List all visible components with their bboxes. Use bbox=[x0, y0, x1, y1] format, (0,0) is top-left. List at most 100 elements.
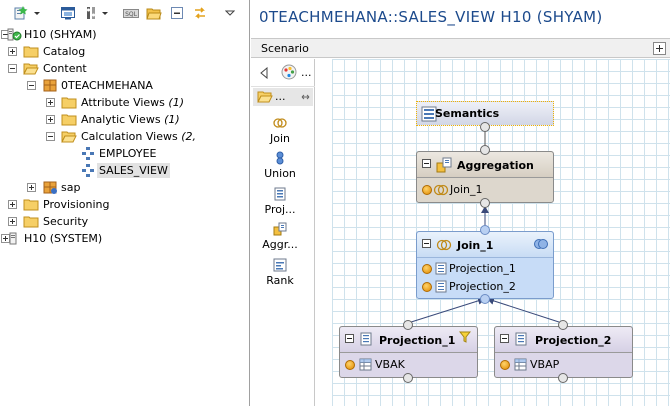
collapse-toggle[interactable] bbox=[46, 132, 55, 141]
view-menu-icon[interactable] bbox=[225, 5, 235, 21]
join-icon bbox=[273, 118, 287, 128]
collapse-toggle[interactable] bbox=[27, 81, 36, 90]
expand-toggle[interactable] bbox=[46, 115, 55, 124]
collapse-palette-icon[interactable] bbox=[259, 67, 269, 79]
maximize-icon[interactable] bbox=[653, 42, 666, 55]
tree-item-label: 0TEACHMEHANA bbox=[61, 79, 153, 92]
tree-item-provisioning[interactable]: Provisioning bbox=[0, 196, 250, 213]
palette-item-join[interactable]: Join bbox=[251, 116, 309, 145]
aggregation-icon bbox=[273, 222, 287, 236]
input-port[interactable] bbox=[558, 373, 568, 383]
input-label: Projection_2 bbox=[449, 280, 516, 293]
palette-top: ... bbox=[251, 59, 315, 87]
tree-item-label: Content bbox=[43, 62, 87, 75]
projection-icon bbox=[435, 262, 447, 275]
palette-item-aggregation[interactable]: Aggr... bbox=[251, 222, 309, 251]
collapse-all-icon[interactable] bbox=[169, 5, 185, 21]
output-port[interactable] bbox=[480, 198, 490, 208]
tree-item-security[interactable]: Security bbox=[0, 213, 250, 230]
palette-more[interactable]: ... bbox=[301, 66, 312, 79]
tree-item-h10-system[interactable]: H10 (SYSTEM) bbox=[0, 230, 250, 247]
tree-item-content[interactable]: Content bbox=[0, 60, 250, 77]
link-with-editor-icon[interactable] bbox=[192, 5, 208, 21]
calculation-view-editor: 0TEACHMEHANA::SALES_VIEW H10 (SHYAM) Sce… bbox=[251, 0, 670, 406]
tree-item-employee[interactable]: EMPLOYEE bbox=[0, 145, 250, 162]
tree-item-attribute-views[interactable]: Attribute Views (1) bbox=[0, 94, 250, 111]
tree-item-label: Calculation Views (2, bbox=[81, 130, 196, 143]
pin-icon[interactable] bbox=[301, 93, 310, 101]
tree-item-label: Security bbox=[43, 215, 89, 228]
palette-item-label: Aggr... bbox=[262, 238, 298, 251]
system-icon bbox=[7, 28, 22, 41]
input-port[interactable] bbox=[480, 145, 490, 155]
projection-icon bbox=[435, 280, 447, 293]
expand-toggle[interactable] bbox=[8, 217, 17, 226]
join-icon bbox=[436, 239, 452, 251]
join-node[interactable]: Join_1 Projection_1 Projection_2 bbox=[416, 231, 554, 299]
node-title: Aggregation bbox=[457, 159, 534, 172]
palette-item-rank[interactable]: Rank bbox=[251, 258, 309, 287]
palette-item-union[interactable]: Union bbox=[251, 151, 309, 180]
output-port[interactable] bbox=[558, 320, 568, 330]
tree-item-analytic-views[interactable]: Analytic Views (1) bbox=[0, 111, 250, 128]
inner-join-icon[interactable] bbox=[533, 237, 549, 251]
palette-drawer-label: ... bbox=[275, 90, 286, 103]
input-port[interactable] bbox=[403, 373, 413, 383]
palette-item-label: Union bbox=[264, 167, 296, 180]
output-port[interactable] bbox=[480, 122, 490, 132]
input-indicator-icon bbox=[500, 360, 510, 370]
tree-item-catalog[interactable]: Catalog bbox=[0, 43, 250, 60]
collapse-node-toggle[interactable] bbox=[422, 239, 431, 248]
calculation-view-icon bbox=[82, 164, 94, 177]
scenario-canvas[interactable]: Semantics Aggregation Join_1 Join_1 Proj… bbox=[332, 59, 670, 406]
output-port[interactable] bbox=[403, 320, 413, 330]
union-icon bbox=[276, 151, 284, 165]
collapse-node-toggle[interactable] bbox=[500, 334, 509, 343]
output-port[interactable] bbox=[480, 225, 490, 235]
tool-palette: ... ... Join Union Proj... Aggr... Rank bbox=[251, 59, 315, 406]
node-title: Semantics bbox=[435, 107, 500, 120]
dropdown-arrow-icon[interactable] bbox=[33, 5, 41, 21]
collapse-node-toggle[interactable] bbox=[345, 334, 354, 343]
input-port[interactable] bbox=[480, 294, 490, 304]
collapse-node-toggle[interactable] bbox=[422, 159, 431, 168]
node-title: Projection_2 bbox=[535, 334, 612, 347]
palette-icon[interactable] bbox=[281, 64, 297, 80]
node-header: Projection_1 bbox=[340, 327, 477, 353]
open-folder-icon[interactable] bbox=[146, 5, 162, 21]
collapse-toggle[interactable] bbox=[8, 64, 17, 73]
palette-item-label: Proj... bbox=[264, 203, 296, 216]
projection-1-node[interactable]: Projection_1 VBAK bbox=[339, 326, 478, 378]
tree-item-calculation-views[interactable]: Calculation Views (2, bbox=[0, 128, 250, 145]
filter-icon[interactable] bbox=[459, 331, 471, 343]
new-object-icon[interactable] bbox=[13, 5, 29, 21]
rank-icon bbox=[273, 258, 287, 272]
palette-drawer-header[interactable]: ... bbox=[253, 88, 313, 106]
toggle-view-icon[interactable] bbox=[85, 5, 101, 21]
table-icon bbox=[514, 358, 527, 371]
tree-item-label: sap bbox=[61, 181, 81, 194]
expand-toggle[interactable] bbox=[46, 98, 55, 107]
projection-2-node[interactable]: Projection_2 VBAP bbox=[494, 326, 633, 378]
input-indicator-icon bbox=[422, 185, 432, 195]
sql-console-icon[interactable]: SQL bbox=[123, 5, 139, 21]
expand-toggle[interactable] bbox=[27, 183, 36, 192]
node-title: Projection_1 bbox=[379, 334, 456, 347]
aggregation-icon bbox=[436, 157, 452, 173]
tree-item-0teachmehana[interactable]: 0TEACHMEHANA bbox=[0, 77, 250, 94]
tree-item-sales-view[interactable]: SALES_VIEW bbox=[0, 162, 250, 179]
folder-icon bbox=[23, 46, 39, 58]
open-editor-icon[interactable] bbox=[60, 5, 76, 21]
tree-item-label: H10 (SYSTEM) bbox=[24, 232, 103, 245]
projection-icon bbox=[515, 332, 527, 346]
expand-toggle[interactable] bbox=[8, 47, 17, 56]
expand-toggle[interactable] bbox=[8, 200, 17, 209]
projection-icon bbox=[360, 332, 372, 346]
tree-item-h10-shyam[interactable]: H10 (SHYAM) bbox=[0, 26, 250, 43]
aggregation-node[interactable]: Aggregation Join_1 bbox=[416, 151, 554, 203]
canvas-gutter bbox=[315, 59, 332, 406]
palette-item-projection[interactable]: Proj... bbox=[251, 187, 309, 216]
open-folder-icon bbox=[23, 63, 39, 75]
tree-item-sap[interactable]: sap bbox=[0, 179, 250, 196]
dropdown-arrow-icon[interactable] bbox=[101, 5, 109, 21]
